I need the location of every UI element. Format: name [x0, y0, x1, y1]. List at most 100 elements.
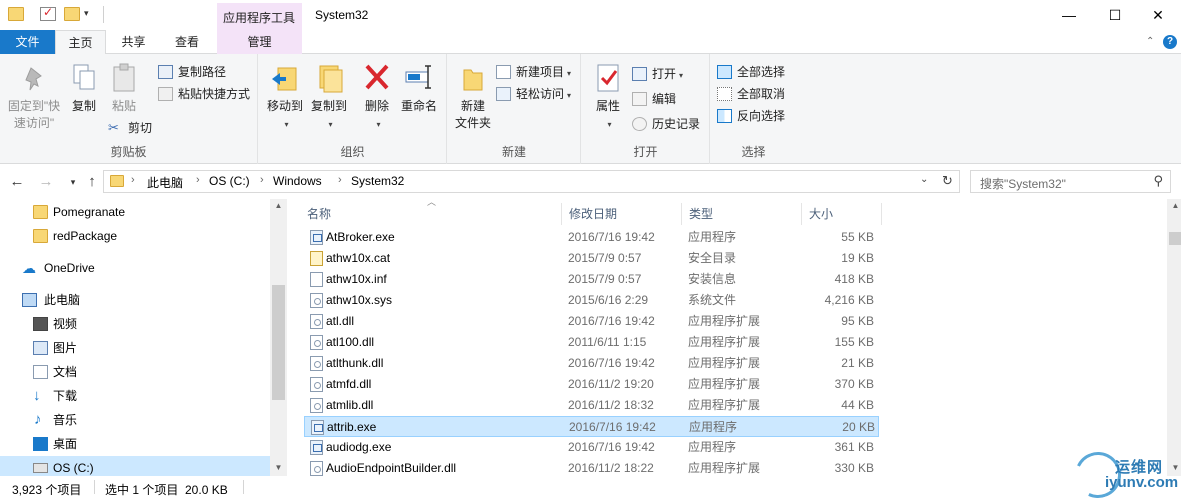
move-to-button[interactable]: 移动到 ▾: [263, 62, 307, 133]
desktop-icon: [33, 437, 48, 451]
breadcrumb-separator-icon[interactable]: ›: [260, 174, 264, 186]
help-icon[interactable]: ?: [1163, 35, 1177, 49]
navigation-scrollbar[interactable]: ▲ ▼: [270, 199, 287, 476]
pin-quick-access-button[interactable]: 固定到"快 速访问": [4, 62, 64, 132]
new-folder-button[interactable]: 新建 文件夹: [452, 62, 494, 132]
close-button[interactable]: ✕: [1135, 0, 1181, 30]
breadcrumb-windows[interactable]: Windows: [273, 174, 322, 188]
invert-selection-button[interactable]: 反向选择: [717, 106, 785, 126]
music-icon: ♪: [34, 411, 42, 428]
select-all-button[interactable]: 全部选择: [717, 62, 785, 82]
paste-shortcut-button[interactable]: 粘贴快捷方式: [158, 84, 250, 104]
tab-file[interactable]: 文件: [0, 30, 55, 54]
tab-share[interactable]: 共享: [106, 30, 161, 54]
nav-item-downloads[interactable]: ↓ 下载: [0, 384, 270, 408]
tab-view[interactable]: 查看: [161, 30, 213, 54]
rename-button[interactable]: 重命名: [397, 62, 441, 115]
nav-item-documents[interactable]: 文档: [0, 360, 270, 384]
file-row[interactable]: atmfd.dll 2016/11/2 19:20 应用程序扩展 370 KB: [304, 374, 879, 395]
file-row[interactable]: atl100.dll 2011/6/11 1:15 应用程序扩展 155 KB: [304, 332, 879, 353]
column-header-type[interactable]: 类型: [682, 203, 802, 225]
nav-item-this-pc[interactable]: 此电脑: [0, 288, 270, 312]
nav-item-pictures[interactable]: 图片: [0, 336, 270, 360]
group-label-new: 新建: [501, 145, 526, 159]
column-header-size[interactable]: 大小: [802, 203, 882, 225]
nav-item-onedrive[interactable]: ☁ OneDrive: [0, 256, 270, 280]
minimize-button[interactable]: —: [1046, 0, 1092, 30]
delete-icon: [362, 62, 392, 94]
up-button[interactable]: ↑: [81, 172, 103, 192]
file-row[interactable]: atmlib.dll 2016/11/2 18:32 应用程序扩展 44 KB: [304, 395, 879, 416]
file-row[interactable]: athw10x.inf 2015/7/9 0:57 安装信息 418 KB: [304, 269, 879, 290]
search-input[interactable]: 搜索"System32" ⚲: [970, 170, 1171, 193]
open-button[interactable]: 打开 ▾: [632, 64, 683, 84]
scroll-down-icon[interactable]: ▼: [270, 463, 287, 472]
file-size: 21 KB: [841, 356, 874, 370]
navigation-pane: Pomegranate redPackage ☁ OneDrive 此电脑 视频…: [0, 199, 287, 480]
select-none-button[interactable]: 全部取消: [717, 84, 785, 104]
column-header-name[interactable]: 名称: [300, 203, 562, 225]
forward-button[interactable]: →: [35, 172, 57, 192]
exe-file-icon: [311, 420, 324, 435]
easy-access-button[interactable]: 轻松访问 ▾: [496, 84, 571, 104]
properties-icon[interactable]: [40, 5, 56, 21]
nav-item-desktop[interactable]: 桌面: [0, 432, 270, 456]
nav-item-videos[interactable]: 视频: [0, 312, 270, 336]
folder-icon: [33, 205, 48, 219]
breadcrumb-os-c[interactable]: OS (C:): [209, 174, 250, 188]
copy-path-button[interactable]: 复制路径: [158, 62, 226, 82]
back-button[interactable]: ←: [6, 172, 28, 192]
file-list-scrollbar[interactable]: ▲ ▼: [1167, 199, 1181, 476]
maximize-button[interactable]: ☐: [1092, 0, 1138, 30]
navigation-scrollbar-thumb[interactable]: [272, 285, 285, 400]
status-separator: [243, 480, 244, 494]
file-size: 155 KB: [834, 335, 874, 349]
column-header-date[interactable]: 修改日期: [562, 203, 682, 225]
breadcrumb-system32[interactable]: System32: [351, 174, 404, 188]
tab-home[interactable]: 主页: [55, 30, 106, 55]
file-row[interactable]: attrib.exe 2016/7/16 19:42 应用程序 20 KB: [304, 416, 879, 437]
nav-item-redpackage[interactable]: redPackage: [0, 224, 270, 248]
file-row[interactable]: audiodg.exe 2016/7/16 19:42 应用程序 361 KB: [304, 437, 879, 458]
history-button[interactable]: 历史记录: [632, 114, 700, 134]
window-title: System32: [315, 8, 369, 22]
pin-icon: [19, 62, 49, 94]
file-row[interactable]: athw10x.sys 2015/6/16 2:29 系统文件 4,216 KB: [304, 290, 879, 311]
file-row[interactable]: atlthunk.dll 2016/7/16 19:42 应用程序扩展 21 KB: [304, 353, 879, 374]
new-folder-icon[interactable]: [64, 7, 80, 21]
search-icon[interactable]: ⚲: [1153, 173, 1163, 189]
file-size: 20 KB: [842, 420, 875, 434]
new-item-button[interactable]: 新建项目 ▾: [496, 62, 571, 82]
file-name: atl.dll: [326, 314, 355, 328]
file-row[interactable]: athw10x.cat 2015/7/9 0:57 安全目录 19 KB: [304, 248, 879, 269]
properties-button[interactable]: 属性 ▾: [588, 62, 628, 133]
refresh-icon[interactable]: ↻: [942, 173, 953, 189]
file-type: 应用程序扩展: [688, 356, 761, 370]
breadcrumb-this-pc[interactable]: 此电脑: [147, 174, 183, 191]
address-bar[interactable]: › 此电脑 › OS (C:) › Windows › System32 ⌄ ↻: [103, 170, 960, 193]
nav-item-music[interactable]: ♪ 音乐: [0, 408, 270, 432]
scroll-up-icon[interactable]: ▲: [1167, 201, 1181, 210]
breadcrumb-separator-icon[interactable]: ›: [338, 174, 342, 186]
copy-to-button[interactable]: 复制到 ▾: [307, 62, 351, 133]
invert-selection-icon: [717, 109, 732, 123]
breadcrumb-separator-icon[interactable]: ›: [196, 174, 200, 186]
nav-item-pomegranate[interactable]: Pomegranate: [0, 200, 270, 224]
file-row[interactable]: atl.dll 2016/7/16 19:42 应用程序扩展 95 KB: [304, 311, 879, 332]
edit-button[interactable]: 编辑: [632, 89, 676, 109]
file-list-scrollbar-thumb[interactable]: [1169, 232, 1181, 245]
qat-dropdown-icon[interactable]: ▾: [84, 8, 89, 19]
cut-button[interactable]: ✂ 剪切: [108, 118, 152, 138]
tab-manage[interactable]: 管理: [217, 30, 302, 54]
paste-button[interactable]: 粘贴: [106, 62, 142, 115]
delete-button[interactable]: 删除 ▾: [359, 62, 395, 133]
scroll-up-icon[interactable]: ▲: [270, 201, 287, 210]
chevron-down-icon: ▾: [376, 120, 381, 129]
file-name: attrib.exe: [327, 420, 377, 434]
collapse-ribbon-icon[interactable]: ⌃: [1146, 36, 1154, 47]
breadcrumb-separator-icon[interactable]: ›: [131, 174, 135, 186]
file-row[interactable]: AtBroker.exe 2016/7/16 19:42 应用程序 55 KB: [304, 227, 879, 248]
copy-button[interactable]: 复制: [66, 62, 102, 115]
address-dropdown-chevron-icon[interactable]: ⌄: [920, 174, 928, 185]
easy-access-icon: [496, 87, 511, 101]
